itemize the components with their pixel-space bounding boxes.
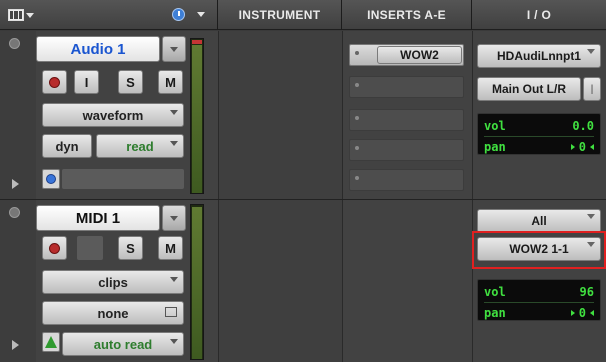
chevron-down-icon <box>587 214 595 219</box>
insert-slot-a[interactable]: WOW2 <box>349 44 464 66</box>
timecode-dropdown-icon[interactable] <box>197 12 205 17</box>
track-name-field[interactable]: Audio 1 <box>36 36 160 62</box>
level-meter <box>190 204 204 360</box>
header-io[interactable]: I / O <box>472 0 606 30</box>
automation-mode-select[interactable]: read <box>96 134 184 158</box>
column-header-bar: INSTRUMENT INSERTS A-E I / O <box>0 0 606 30</box>
input-selector[interactable]: HDAudiLnnpt1 <box>477 44 601 68</box>
vol-pan-readout[interactable]: vol 0.0 pan 0 <box>477 113 601 155</box>
track-view-select[interactable]: clips <box>42 270 184 294</box>
insert-slot-c[interactable] <box>349 109 464 131</box>
record-button[interactable] <box>42 70 67 94</box>
midi-tri-icon <box>45 336 57 348</box>
automation-mode-value: read <box>126 138 154 154</box>
track-view-select[interactable]: waveform <box>42 103 184 127</box>
automation-mode-select[interactable]: auto read <box>62 332 184 356</box>
pan-right-icon[interactable] <box>590 144 594 150</box>
vol-value: 96 <box>579 285 594 299</box>
pan-row: pan 0 <box>484 138 594 156</box>
comments-area <box>62 169 184 189</box>
input-selector[interactable]: All <box>477 209 601 233</box>
track-name-field[interactable]: MIDI 1 <box>36 205 160 231</box>
input-value: All <box>531 214 547 228</box>
record-icon <box>49 242 60 254</box>
level-meter <box>190 38 204 194</box>
insert-slot-d[interactable] <box>349 139 464 161</box>
pan-value: 0 <box>578 140 586 154</box>
track-view-value: waveform <box>82 107 144 123</box>
track-audio-1: Audio 1 I S M waveform dyn read WOW2 HDA… <box>0 31 606 199</box>
track-select-icon[interactable] <box>9 207 20 218</box>
output-selector[interactable]: Main Out L/R <box>477 77 581 101</box>
voice-button[interactable] <box>42 169 60 189</box>
track-select-column <box>0 31 36 199</box>
vol-value: 0.0 <box>572 119 594 133</box>
chevron-down-icon <box>170 110 178 115</box>
mute-button[interactable]: M <box>158 236 183 260</box>
pan-row: pan 0 <box>484 304 594 322</box>
chevron-down-icon <box>587 49 595 54</box>
chevron-down-icon <box>170 339 178 344</box>
track-select-column <box>0 200 36 362</box>
playlist-select[interactable]: none <box>42 301 184 325</box>
chevron-down-icon <box>170 277 178 282</box>
track-view-value: clips <box>98 274 128 290</box>
track-name-dropdown[interactable] <box>162 205 186 231</box>
expand-track-icon[interactable] <box>12 340 19 350</box>
insert-slot-b[interactable] <box>349 76 464 98</box>
instrument-slot[interactable] <box>219 200 342 362</box>
pan-left-icon[interactable] <box>570 144 575 150</box>
pan-right-icon[interactable] <box>590 310 594 316</box>
view-menu-icon[interactable] <box>8 9 24 21</box>
chevron-down-icon <box>170 141 178 146</box>
header-instrument[interactable]: INSTRUMENT <box>218 0 342 30</box>
output-link-icon[interactable]: | <box>583 77 601 101</box>
view-dropdown-icon[interactable] <box>26 12 34 18</box>
expand-track-icon[interactable] <box>12 179 19 189</box>
vol-row: vol 96 <box>484 285 594 299</box>
playlist-value: none <box>97 305 129 321</box>
record-icon <box>49 76 60 88</box>
insert-plugin-button[interactable]: WOW2 <box>377 46 462 64</box>
header-inserts[interactable]: INSERTS A-E <box>342 0 472 30</box>
track-name-dropdown[interactable] <box>162 36 186 62</box>
vol-pan-readout[interactable]: vol 96 pan 0 <box>477 279 601 321</box>
output-highlight <box>472 231 606 269</box>
track-select-icon[interactable] <box>9 38 20 49</box>
input-value: HDAudiLnnpt1 <box>497 49 581 63</box>
automation-mode-value: auto read <box>93 336 153 352</box>
voice-icon <box>46 174 56 184</box>
input-monitor-disabled <box>77 236 103 260</box>
input-monitor-button[interactable]: I <box>74 70 99 94</box>
clock-icon[interactable] <box>172 8 185 21</box>
pan-left-icon[interactable] <box>570 310 575 316</box>
record-button[interactable] <box>42 236 67 260</box>
solo-button[interactable]: S <box>118 70 143 94</box>
pan-value: 0 <box>578 306 586 320</box>
dyn-button[interactable]: dyn <box>42 134 92 158</box>
insert-slot-e[interactable] <box>349 169 464 191</box>
window-icon <box>165 307 177 317</box>
solo-button[interactable]: S <box>118 236 143 260</box>
midi-tri-button[interactable] <box>42 332 60 352</box>
header-view-controls <box>0 0 218 30</box>
vol-row: vol 0.0 <box>484 119 594 133</box>
track-midi-1: MIDI 1 S M clips none auto read All WOW2… <box>0 200 606 362</box>
instrument-slot[interactable] <box>219 31 342 199</box>
insert-bypass-icon[interactable] <box>355 51 359 55</box>
mute-button[interactable]: M <box>158 70 183 94</box>
